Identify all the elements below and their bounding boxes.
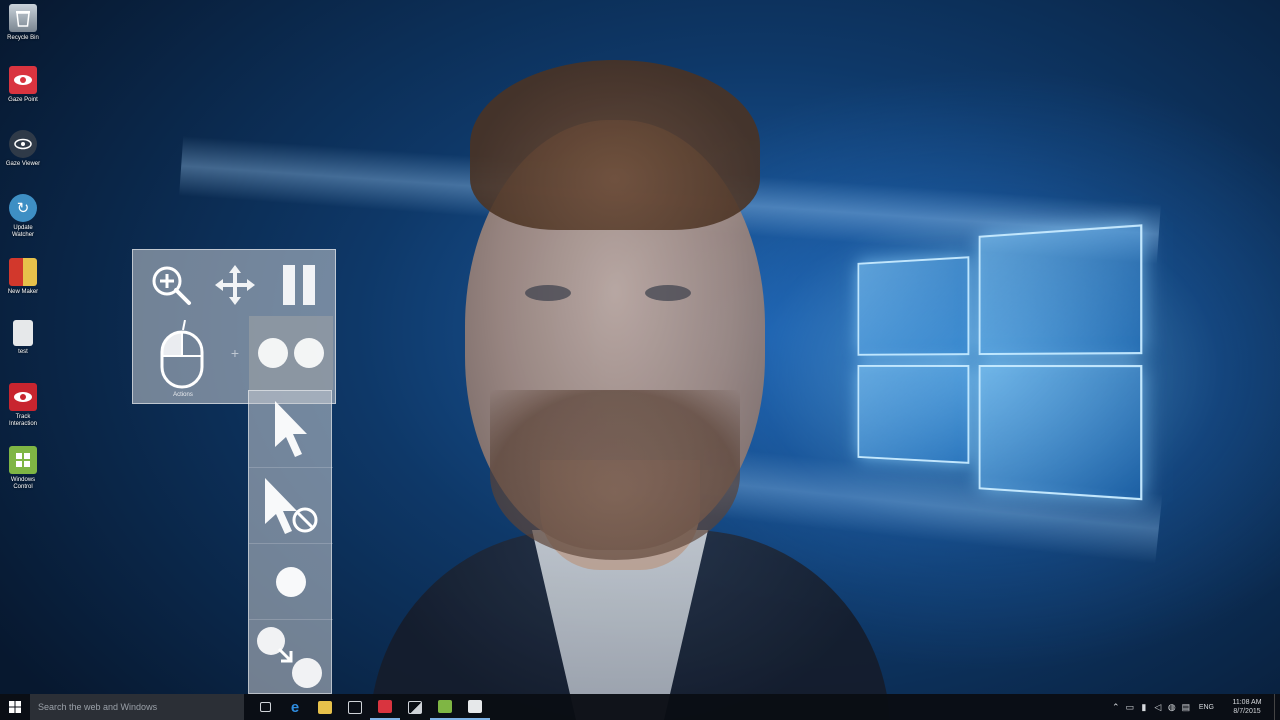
desktop-icon-label: New Maker [7, 289, 39, 295]
taskbar-app-red[interactable] [370, 694, 400, 720]
cursor-disabled-button[interactable] [249, 467, 333, 543]
desktop-icon-label: Track Interaction [8, 414, 38, 427]
click-mode-submenu [248, 390, 333, 695]
plus-icon: + [230, 345, 240, 361]
desktop-icon-windows-control[interactable]: Windows Control [3, 446, 43, 491]
single-click-button[interactable] [249, 543, 333, 619]
move-arrows-icon [215, 265, 255, 305]
drag-icon [257, 626, 322, 688]
desktop-icon-test[interactable]: test [3, 320, 43, 356]
taskbar: e ⌃ ▭ ▮ ◁ ◍ ▤ ENG 11:08 AM 8/7/2015 [0, 694, 1280, 720]
desktop-icon-recycle-bin[interactable]: Recycle Bin [3, 4, 43, 42]
folder-icon [318, 700, 332, 714]
taskbar-apps: e [250, 694, 490, 720]
eye-tracker-tray-icon[interactable]: ◍ [1165, 694, 1179, 720]
mouse-button[interactable] [139, 316, 225, 394]
drag-button[interactable] [249, 619, 333, 695]
pause-button[interactable] [267, 256, 331, 314]
windows-logo-wallpaper [857, 202, 1145, 527]
start-button[interactable] [0, 694, 30, 720]
eye-icon [9, 66, 37, 94]
desktop-icon-label: Gaze Viewer [5, 161, 41, 167]
pause-icon [283, 265, 315, 305]
zoom-in-icon [152, 266, 191, 305]
chevron-up-icon[interactable]: ⌃ [1109, 694, 1123, 720]
notification-icon[interactable]: ▤ [1179, 694, 1193, 720]
mouse-tool-label: Actions [173, 392, 193, 398]
task-view-button[interactable] [250, 694, 280, 720]
task-view-icon [259, 702, 271, 712]
eye-icon [9, 383, 37, 411]
search-input[interactable] [38, 698, 238, 716]
double-click-icon [258, 338, 324, 368]
desktop-icon-label: Gaze Point [8, 97, 38, 103]
signal-icon[interactable]: ▮ [1137, 694, 1151, 720]
dual-click-button[interactable] [249, 316, 333, 390]
clock[interactable]: 11:08 AM 8/7/2015 [1220, 698, 1274, 716]
pan-button[interactable] [203, 256, 267, 314]
desktop-icon-label: test [18, 349, 28, 355]
store-bag-icon [348, 700, 362, 714]
edge-icon: e [290, 698, 300, 716]
document-icon [9, 258, 37, 286]
taskbar-app-edge[interactable]: e [280, 694, 310, 720]
desktop-icon-update-watcher[interactable]: ↻ Update Watcher [3, 194, 43, 239]
taskbar-app-windows-control[interactable] [430, 694, 460, 720]
cursor-disabled-icon [265, 477, 318, 534]
single-click-icon [276, 566, 306, 597]
cursor-icon [275, 401, 307, 457]
network-icon[interactable]: ▭ [1123, 694, 1137, 720]
recycle-bin-icon [9, 4, 37, 32]
show-desktop-button[interactable] [1274, 694, 1280, 720]
refresh-icon: ↻ [9, 194, 37, 222]
taskbar-search [30, 694, 244, 720]
windows-start-icon [9, 701, 21, 713]
app-white-icon [468, 699, 482, 713]
taskbar-app-store[interactable] [340, 694, 370, 720]
desktop-icon-label: Recycle Bin [7, 35, 39, 41]
file-icon [13, 320, 33, 346]
desktop-icon-label: Update Watcher [11, 225, 35, 238]
language-indicator[interactable]: ENG [1199, 704, 1214, 711]
taskbar-app-white[interactable] [460, 694, 490, 720]
zoom-button[interactable] [139, 256, 203, 314]
clock-date: 8/7/2015 [1233, 708, 1261, 715]
eye-tracking-toolbar: + Actions [132, 249, 336, 404]
desktop-icon-gaze-viewer[interactable]: Gaze Viewer [3, 130, 43, 168]
taskbar-app-photos[interactable] [400, 694, 430, 720]
viewer-icon [9, 130, 37, 158]
desktop-icon-label: Windows Control [10, 477, 36, 490]
app-red-icon [378, 699, 392, 713]
windows-control-icon [438, 699, 452, 713]
taskbar-app-file-explorer[interactable] [310, 694, 340, 720]
volume-icon[interactable]: ◁ [1151, 694, 1165, 720]
windows-control-icon [9, 446, 37, 474]
clock-time: 11:08 AM [1232, 699, 1262, 706]
cursor-mode-button[interactable] [249, 391, 333, 467]
desktop-icon-new-maker[interactable]: New Maker [3, 258, 43, 296]
photos-icon [408, 700, 422, 714]
mouse-icon [160, 320, 204, 389]
presenter-webcam-overlay [340, 60, 900, 720]
desktop-icon-gaze-point[interactable]: Gaze Point [3, 66, 43, 104]
desktop-icon-track-interaction[interactable]: Track Interaction [3, 383, 43, 428]
system-tray: ⌃ ▭ ▮ ◁ ◍ ▤ ENG 11:08 AM 8/7/2015 [1109, 694, 1280, 720]
